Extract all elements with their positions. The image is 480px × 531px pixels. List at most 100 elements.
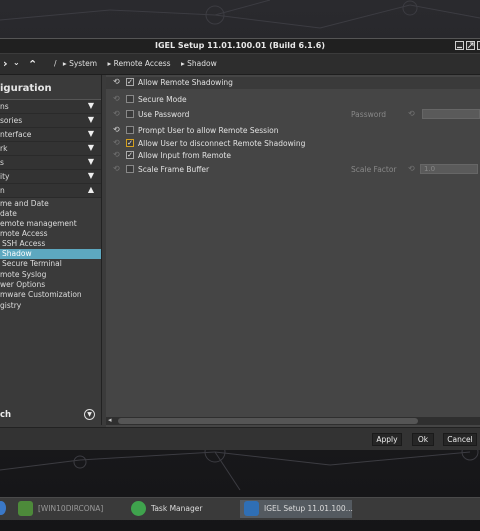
horizontal-scrollbar[interactable]: ◂ <box>106 416 480 425</box>
chevron-right-icon: › <box>3 57 8 70</box>
configuration-sidebar: iguration ns ▼ sories ▼ nterface ▼ rk ▼ s ▼ i… <box>0 75 102 425</box>
sidebar-category[interactable]: sories ▼ <box>0 114 101 128</box>
history-dropdown[interactable]: ⌄ <box>13 58 20 67</box>
setting-scale-frame-buffer[interactable]: ⟲ Scale Frame Buffer Scale Factor ⟲ 1.0 <box>106 164 480 176</box>
chevron-up-icon: ⌃ <box>28 58 38 71</box>
taskbar: [WIN10DIRCONA] Task Manager IGEL Setup 1… <box>0 497 480 520</box>
category-label: sories <box>0 116 23 125</box>
breadcrumb-item-remote-access[interactable]: ▸ Remote Access <box>107 59 174 68</box>
reset-icon[interactable]: ⟲ <box>408 164 415 173</box>
taskbar-label: Task Manager <box>151 504 203 513</box>
setting-prompt-user[interactable]: ⟲ Prompt User to allow Remote Session <box>106 125 480 137</box>
taskbar-label: IGEL Setup 11.01.100... <box>264 504 353 513</box>
breadcrumb-item-system[interactable]: ▸ System <box>63 59 101 68</box>
chevron-down-icon: ▼ <box>87 115 94 124</box>
taskbar-label: [WIN10DIRCONA] <box>38 504 104 513</box>
ok-button[interactable]: Ok <box>412 433 434 446</box>
category-label: ns <box>0 102 9 111</box>
password-field[interactable] <box>422 109 480 119</box>
checkbox-allow-disconnect[interactable]: ✓ <box>126 139 134 147</box>
forward-button[interactable]: › <box>3 57 8 70</box>
reset-icon[interactable]: ⟲ <box>113 109 120 118</box>
chevron-down-icon: ▼ <box>87 101 94 110</box>
checkbox-scale-frame-buffer[interactable] <box>126 165 134 173</box>
breadcrumb-item-shadow[interactable]: ▸ Shadow <box>181 59 221 68</box>
sidebar-category[interactable]: s ▼ <box>0 156 101 170</box>
chevron-down-icon: ▼ <box>87 143 94 152</box>
sidebar-item-remote-management[interactable]: emote management <box>0 219 101 229</box>
chevron-down-icon: ▼ <box>87 157 94 166</box>
scroll-left-icon[interactable]: ◂ <box>108 416 112 424</box>
sidebar-item-power-options[interactable]: wer Options <box>0 280 101 290</box>
scale-factor-field[interactable]: 1.0 <box>420 164 478 174</box>
reset-icon[interactable]: ⟲ <box>113 94 120 103</box>
checkbox-use-password[interactable] <box>126 110 134 118</box>
sidebar-item-update[interactable]: date <box>0 209 101 219</box>
reset-icon[interactable]: ⟲ <box>408 109 415 118</box>
minimize-icon <box>457 46 462 49</box>
taskbar-item-igel-setup[interactable]: IGEL Setup 11.01.100... <box>240 500 353 518</box>
sidebar-category[interactable]: nterface ▼ <box>0 128 101 142</box>
sidebar-item-remote-access[interactable]: mote Access <box>0 229 101 239</box>
reset-icon[interactable]: ⟲ <box>113 138 120 147</box>
expand-circle-icon: ▼ <box>84 409 95 420</box>
reset-icon[interactable]: ⟲ <box>113 125 120 134</box>
sidebar-search-toggle[interactable]: ch ▼ <box>0 407 101 423</box>
sidebar-item-shadow[interactable]: Shadow <box>0 249 101 259</box>
taskbar-item-task-manager[interactable]: Task Manager <box>131 500 231 518</box>
chevron-up-icon: ▲ <box>87 185 94 194</box>
setting-use-password[interactable]: ⟲ Use Password Password ⟲ <box>106 109 480 121</box>
setting-secure-mode[interactable]: ⟲ Secure Mode <box>106 94 480 106</box>
reset-icon[interactable]: ⟲ <box>113 77 120 86</box>
minimize-button[interactable] <box>455 41 464 50</box>
sidebar-category[interactable]: ns ▼ <box>0 100 101 114</box>
checkbox-secure-mode[interactable] <box>126 95 134 103</box>
window-title: IGEL Setup 11.01.100.01 (Build 6.1.6) <box>155 41 325 50</box>
checkbox-allow-input[interactable]: ✓ <box>126 151 134 159</box>
category-label: ity <box>0 172 10 181</box>
category-label: rk <box>0 144 8 153</box>
reset-icon[interactable]: ⟲ <box>113 150 120 159</box>
setting-label: Secure Mode <box>138 95 187 104</box>
scale-factor-label: Scale Factor <box>351 165 397 174</box>
setting-allow-remote-shadowing[interactable]: ⟲ ✓ Allow Remote Shadowing <box>106 77 480 89</box>
setting-allow-disconnect[interactable]: ⟲ ✓ Allow User to disconnect Remote Shad… <box>106 138 480 150</box>
maximize-button[interactable] <box>466 41 475 50</box>
sidebar-item-time-and-date[interactable]: me and Date <box>0 199 101 209</box>
category-label: nterface <box>0 130 32 139</box>
taskbar-app-partial[interactable] <box>0 500 6 518</box>
wrench-icon <box>244 501 259 516</box>
settings-panel: ⟲ ✓ Allow Remote Shadowing ⟲ Secure Mode… <box>106 75 480 427</box>
chevron-down-icon: ▼ <box>87 129 94 138</box>
up-button[interactable]: ⌃ <box>28 58 37 71</box>
cancel-button[interactable]: Cancel <box>443 433 477 446</box>
remote-desktop-icon <box>18 501 33 516</box>
app-icon <box>0 501 6 515</box>
navigation-toolbar: › ⌄ ⌃ / ▸ System ▸ Remote Access ▸ Shado… <box>0 54 480 75</box>
title-bar[interactable]: IGEL Setup 11.01.100.01 (Build 6.1.6) <box>0 39 480 53</box>
setting-label: Allow Input from Remote <box>138 151 231 160</box>
sidebar-category-system[interactable]: n ▲ <box>0 184 101 198</box>
taskbar-item-win10dircona[interactable]: [WIN10DIRCONA] <box>18 500 118 518</box>
maximize-icon <box>467 42 474 49</box>
reset-icon[interactable]: ⟲ <box>113 164 120 173</box>
apply-button[interactable]: Apply <box>372 433 402 446</box>
checkbox-allow-remote-shadowing[interactable]: ✓ <box>126 78 134 86</box>
checkbox-prompt-user[interactable] <box>126 126 134 134</box>
search-label: ch <box>0 410 12 420</box>
sidebar-item-remote-syslog[interactable]: mote Syslog <box>0 270 101 280</box>
setting-allow-input[interactable]: ⟲ ✓ Allow Input from Remote <box>106 150 480 162</box>
sidebar-item-firmware-customization[interactable]: mware Customization <box>0 290 101 300</box>
breadcrumb-root: / <box>54 59 57 68</box>
breadcrumb: / ▸ System ▸ Remote Access ▸ Shadow <box>54 59 225 68</box>
sidebar-item-registry[interactable]: gistry <box>0 301 101 311</box>
sidebar-category[interactable]: ity ▼ <box>0 170 101 184</box>
scrollbar-thumb[interactable] <box>118 418 418 424</box>
task-manager-icon <box>131 501 146 516</box>
setting-label: Prompt User to allow Remote Session <box>138 126 279 135</box>
igel-setup-window: IGEL Setup 11.01.100.01 (Build 6.1.6) › … <box>0 38 480 450</box>
sidebar-item-secure-terminal[interactable]: Secure Terminal <box>0 259 103 269</box>
sidebar-item-ssh-access[interactable]: SSH Access <box>0 239 103 249</box>
sidebar-category[interactable]: rk ▼ <box>0 142 101 156</box>
category-label: s <box>0 158 4 167</box>
